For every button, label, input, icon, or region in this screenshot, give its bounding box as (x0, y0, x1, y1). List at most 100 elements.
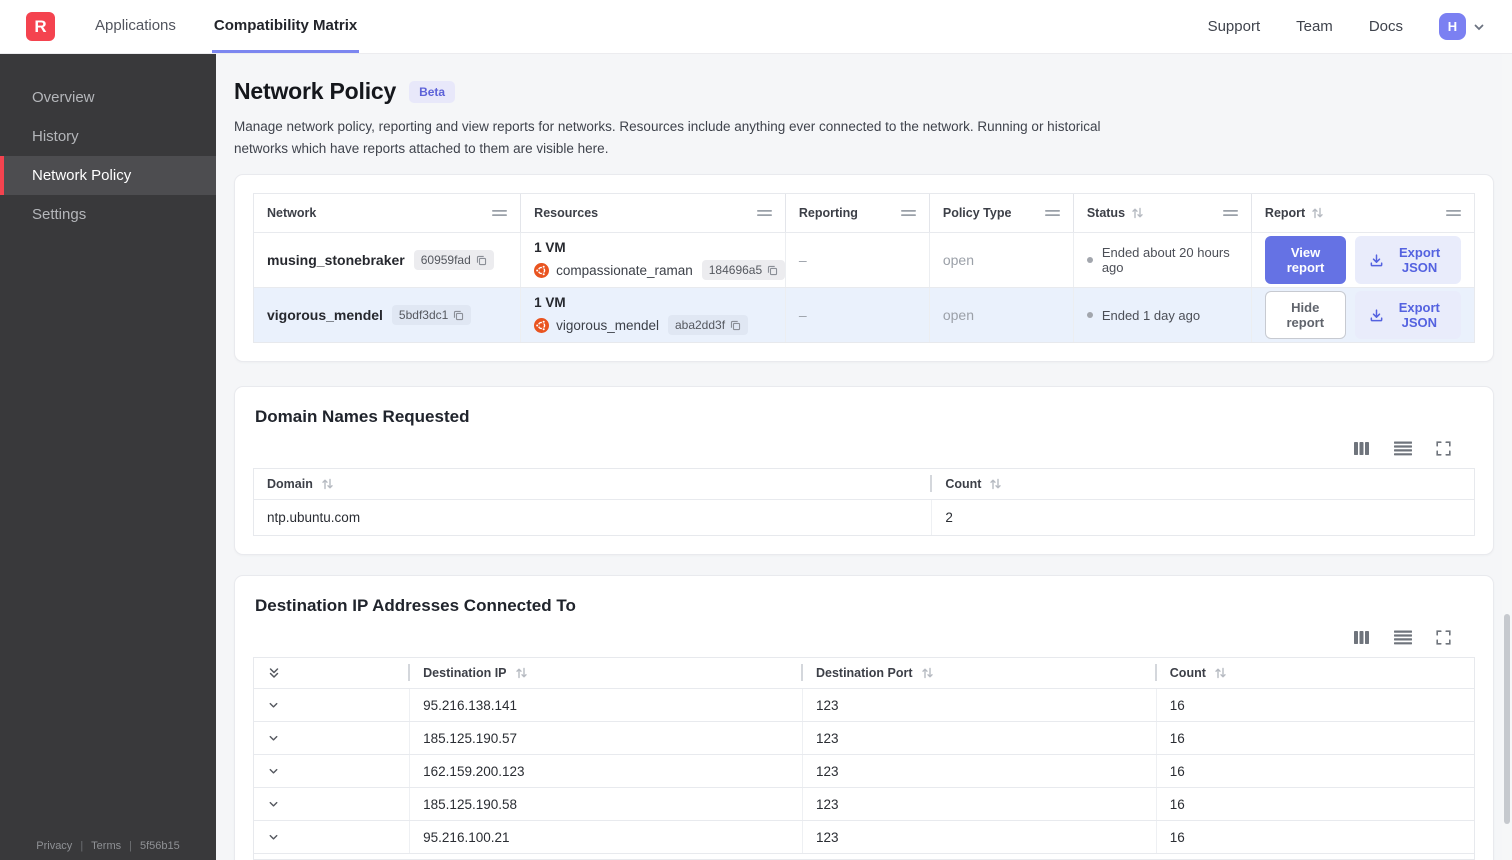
status-dot (1086, 257, 1093, 264)
sidebar-item-network-policy[interactable]: Network Policy (0, 156, 216, 195)
resource-id: aba2dd3f (674, 318, 726, 333)
scrollbar-thumb[interactable] (1504, 614, 1510, 824)
view-report-button[interactable]: View report (1264, 236, 1347, 285)
sort-icon[interactable] (1214, 667, 1227, 679)
networks-table: Network Resources Reporting Policy Type … (253, 193, 1475, 344)
status-text: Ended about 20 hours ago (1101, 245, 1230, 276)
hide-report-button[interactable]: Hide report (1264, 291, 1346, 340)
footer-separator: | (129, 840, 132, 852)
destinations-table-header: Destination IP Destination Port Count (254, 658, 1474, 688)
sidebar-item-overview[interactable]: Overview (0, 78, 216, 117)
count-value: 16 (1169, 730, 1185, 746)
window-scrollbar[interactable] (1502, 54, 1512, 860)
destination-ip-value: 95.216.100.21 (410, 821, 803, 854)
page-description: Manage network policy, reporting and vie… (234, 119, 1101, 156)
column-menu-icon[interactable] (756, 208, 772, 218)
copy-icon[interactable] (453, 310, 464, 321)
chevron-down-icon[interactable] (1472, 20, 1486, 34)
count-value: 16 (1169, 796, 1185, 812)
user-menu[interactable]: H (1439, 13, 1486, 40)
destinations-table: Destination IP Destination Port Count 95… (253, 657, 1475, 860)
column-menu-icon[interactable] (900, 208, 916, 218)
terms-link[interactable]: Terms (91, 840, 121, 852)
column-menu-icon[interactable] (492, 208, 508, 218)
destination-ip-value: 162.159.200.123 (410, 755, 803, 788)
fullscreen-icon[interactable] (1436, 630, 1451, 645)
networks-card: Network Resources Reporting Policy Type … (234, 174, 1494, 363)
nav-link-docs[interactable]: Docs (1369, 18, 1403, 35)
rows-icon[interactable] (1394, 630, 1412, 645)
col-policy-type-label: Policy Type (942, 206, 1012, 221)
status-dot (1086, 312, 1093, 319)
nav-link-support[interactable]: Support (1208, 18, 1261, 35)
expand-row-icon[interactable] (267, 732, 280, 745)
tab-applications[interactable]: Applications (93, 0, 178, 53)
table-toolbar (253, 441, 1475, 456)
sort-icon[interactable] (989, 478, 1002, 490)
beta-badge: Beta (409, 80, 456, 103)
nav-link-team[interactable]: Team (1296, 18, 1333, 35)
sort-icon[interactable] (1311, 207, 1324, 219)
col-network-label: Network (267, 206, 317, 221)
network-id-badge: 5bdf3dc1 (391, 305, 472, 326)
destination-row-partial (254, 853, 1474, 859)
reporting-value: – (786, 233, 930, 288)
privacy-link[interactable]: Privacy (36, 840, 72, 852)
col-count-label: Count (1169, 666, 1206, 681)
destination-row: 95.216.138.141 123 16 (254, 688, 1474, 722)
column-menu-icon[interactable] (1446, 208, 1461, 218)
col-destination-port-label: Destination Port (815, 666, 913, 681)
network-name: musing_stonebraker (267, 252, 405, 269)
copy-icon[interactable] (730, 320, 741, 331)
expand-all-icon[interactable] (267, 666, 281, 680)
destination-port-value: 123 (803, 689, 1157, 722)
sidebar-item-history[interactable]: History (0, 117, 216, 156)
rows-icon[interactable] (1394, 441, 1412, 456)
copy-icon[interactable] (767, 265, 778, 276)
network-id: 60959fad (420, 253, 471, 268)
ubuntu-os-icon (534, 317, 550, 333)
networks-table-header: Network Resources Reporting Policy Type … (254, 194, 1474, 233)
col-reporting-label: Reporting (798, 206, 858, 221)
export-json-button[interactable]: Export JSON (1355, 236, 1461, 285)
sort-icon[interactable] (515, 667, 528, 679)
network-row: musing_stonebraker 60959fad 1 VM compass… (254, 232, 1474, 288)
app-logo[interactable]: R (26, 12, 55, 41)
sort-icon[interactable] (321, 478, 334, 490)
resource-id-badge: 184696a5 (701, 260, 786, 281)
column-menu-icon[interactable] (1044, 208, 1060, 218)
destination-row: 95.216.100.21 123 16 (254, 820, 1474, 854)
app-logo-letter: R (34, 16, 47, 36)
resource-id-badge: aba2dd3f (667, 315, 749, 336)
card-title: Destination IP Addresses Connected To (255, 596, 576, 616)
copy-icon[interactable] (476, 255, 487, 266)
sort-icon[interactable] (921, 667, 934, 679)
destination-port-value: 123 (803, 821, 1157, 854)
expand-row-icon[interactable] (267, 699, 280, 712)
network-row: vigorous_mendel 5bdf3dc1 1 VM vigorous_m… (254, 287, 1474, 343)
destination-port-value: 123 (803, 788, 1157, 821)
tab-compatibility-matrix[interactable]: Compatibility Matrix (211, 0, 360, 53)
export-json-button[interactable]: Export JSON (1354, 291, 1461, 340)
column-menu-icon[interactable] (1222, 208, 1238, 218)
download-icon (1369, 253, 1384, 268)
sort-icon[interactable] (1131, 207, 1144, 219)
col-report-label: Report (1264, 206, 1306, 221)
sidebar-item-settings[interactable]: Settings (0, 195, 216, 234)
expand-row-icon[interactable] (267, 765, 280, 778)
destination-ip-value: 185.125.190.57 (410, 722, 803, 755)
count-value: 2 (945, 510, 953, 526)
resource-name: vigorous_mendel (556, 317, 659, 333)
fullscreen-icon[interactable] (1436, 441, 1451, 456)
sidebar-footer: Privacy | Terms | 5f56b15 (0, 840, 216, 852)
count-value: 16 (1169, 697, 1185, 713)
expand-row-icon[interactable] (267, 798, 280, 811)
columns-icon[interactable] (1353, 630, 1370, 645)
domain-value: ntp.ubuntu.com (254, 500, 933, 536)
network-id: 5bdf3dc1 (398, 308, 449, 323)
domain-names-card: Domain Names Requested Domain Count ntp.… (234, 386, 1494, 556)
expand-row-icon[interactable] (267, 831, 280, 844)
avatar[interactable]: H (1439, 13, 1466, 40)
network-id-badge: 60959fad (413, 250, 494, 271)
columns-icon[interactable] (1353, 441, 1370, 456)
